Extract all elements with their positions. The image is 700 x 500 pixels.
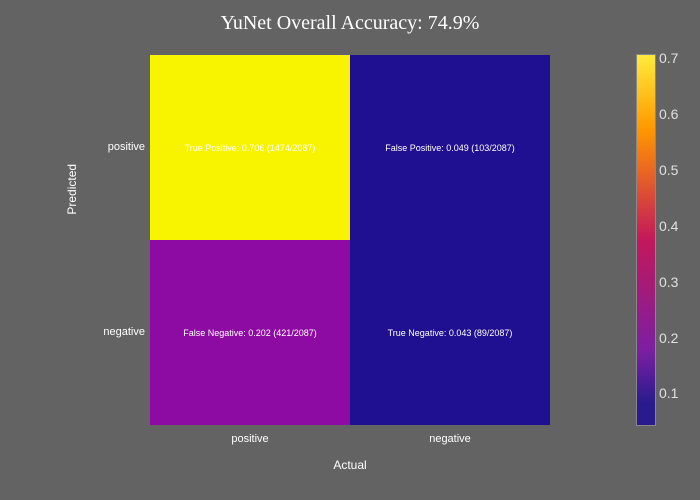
cell-fp: False Positive: 0.049 (103/2087)	[350, 55, 550, 240]
cbar-tick: 0.6	[659, 106, 694, 122]
cell-tp: True Positive: 0.706 (1474/2087)	[150, 55, 350, 240]
cbar-tick: 0.1	[659, 385, 694, 401]
confusion-matrix: True Positive: 0.706 (1474/2087) False P…	[150, 55, 550, 425]
x-tick-positive: positive	[200, 433, 300, 445]
heatmap-grid: True Positive: 0.706 (1474/2087) False P…	[150, 55, 550, 425]
cbar-tick: 0.3	[659, 274, 694, 290]
cbar-tick: 0.7	[659, 50, 694, 66]
cell-label: False Negative: 0.202 (421/2087)	[183, 328, 317, 338]
cbar-tick: 0.5	[659, 162, 694, 178]
cbar-tick: 0.2	[659, 330, 694, 346]
cell-label: True Negative: 0.043 (89/2087)	[388, 328, 513, 338]
x-tick-negative: negative	[400, 433, 500, 445]
cell-label: False Positive: 0.049 (103/2087)	[385, 143, 515, 153]
cell-fn: False Negative: 0.202 (421/2087)	[150, 240, 350, 425]
x-axis-label: Actual	[333, 458, 366, 472]
y-tick-negative: negative	[90, 326, 145, 338]
chart-title: YuNet Overall Accuracy: 74.9%	[0, 0, 700, 41]
y-tick-positive: positive	[90, 141, 145, 153]
cell-label: True Positive: 0.706 (1474/2087)	[185, 143, 316, 153]
y-axis-label: Predicted	[65, 164, 79, 215]
cell-tn: True Negative: 0.043 (89/2087)	[350, 240, 550, 425]
cbar-tick: 0.4	[659, 218, 694, 234]
colorbar: 0.7 0.6 0.5 0.4 0.3 0.2 0.1	[637, 55, 655, 425]
